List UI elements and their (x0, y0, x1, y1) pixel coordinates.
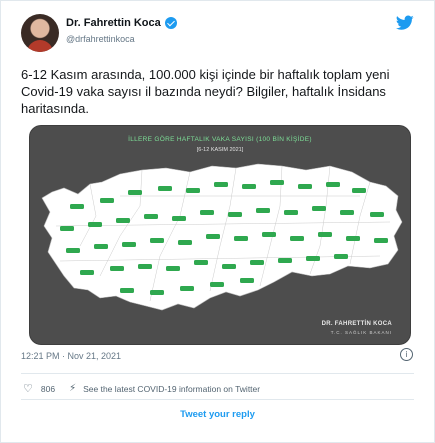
province-value-marker (306, 256, 320, 261)
author-name[interactable]: Dr. Fahrettin Koca (66, 17, 161, 29)
province-value-marker (312, 206, 326, 211)
province-value-marker (346, 236, 360, 241)
province-value-marker (110, 266, 124, 271)
province-value-marker (290, 236, 304, 241)
province-value-marker (100, 198, 114, 203)
province-value-marker (200, 210, 214, 215)
province-value-marker (210, 282, 224, 287)
tweet-actions: ♡ 806 ⚡ See the latest COVID-19 informat… (23, 382, 260, 395)
province-value-marker (88, 222, 102, 227)
author-handle[interactable]: @drfahrettinkoca (66, 34, 135, 44)
province-value-marker (180, 286, 194, 291)
province-value-marker (374, 238, 388, 243)
province-value-marker (334, 254, 348, 259)
tweet-timestamp[interactable]: 12:21 PM · Nov 21, 2021 (21, 351, 121, 361)
province-value-marker (122, 242, 136, 247)
incidence-map-image[interactable]: İLLERE GÖRE HAFTALIK VAKA SAYISI (100 Bİ… (29, 125, 411, 345)
province-value-marker (186, 188, 200, 193)
province-value-marker (352, 188, 366, 193)
province-value-marker (166, 266, 180, 271)
province-value-marker (250, 260, 264, 265)
lightning-icon: ⚡ (69, 383, 77, 394)
province-value-marker (370, 212, 384, 217)
province-value-marker (138, 264, 152, 269)
province-value-marker (340, 210, 354, 215)
province-value-marker (240, 278, 254, 283)
turkey-map-svg (41, 163, 403, 311)
tweet-card: Dr. Fahrettin Koca @drfahrettinkoca 6-12… (0, 0, 435, 443)
province-value-marker (94, 244, 108, 249)
province-value-marker (144, 214, 158, 219)
province-value-marker (172, 216, 186, 221)
divider (21, 373, 414, 374)
province-value-marker (150, 238, 164, 243)
province-value-marker (256, 208, 270, 213)
province-value-marker (60, 226, 74, 231)
province-value-marker (270, 180, 284, 185)
province-value-marker (318, 232, 332, 237)
province-value-marker (206, 234, 220, 239)
twitter-bird-icon[interactable] (396, 15, 414, 31)
avatar[interactable] (21, 14, 59, 52)
province-value-marker (214, 182, 228, 187)
province-value-marker (120, 288, 134, 293)
province-value-marker (150, 290, 164, 295)
province-value-marker (242, 184, 256, 189)
province-value-marker (262, 232, 276, 237)
province-value-marker (66, 248, 80, 253)
province-value-marker (278, 258, 292, 263)
map-credit-org: T.C. SAĞLIK BAKANI (330, 330, 392, 335)
province-value-marker (228, 212, 242, 217)
province-value-marker (178, 240, 192, 245)
heart-icon[interactable]: ♡ (23, 382, 33, 395)
province-value-marker (222, 264, 236, 269)
province-value-marker (194, 260, 208, 265)
province-value-marker (128, 190, 142, 195)
verified-badge-icon (164, 17, 177, 29)
map-credit-name: DR. FAHRETTİN KOCA (321, 321, 392, 327)
province-value-marker (298, 184, 312, 189)
author-row: Dr. Fahrettin Koca (66, 17, 177, 29)
province-value-marker (326, 182, 340, 187)
tweet-reply-button[interactable]: Tweet your reply (21, 405, 414, 425)
province-value-marker (234, 236, 248, 241)
info-icon[interactable]: i (400, 348, 413, 361)
province-value-marker (70, 204, 84, 209)
covid-info-link[interactable]: See the latest COVID-19 information on T… (83, 384, 260, 394)
divider (21, 399, 414, 400)
tweet-text: 6-12 Kasım arasında, 100.000 kişi içinde… (21, 67, 390, 116)
province-value-marker (80, 270, 94, 275)
province-value-marker (158, 186, 172, 191)
province-value-marker (284, 210, 298, 215)
like-count[interactable]: 806 (41, 384, 55, 394)
province-value-marker (116, 218, 130, 223)
